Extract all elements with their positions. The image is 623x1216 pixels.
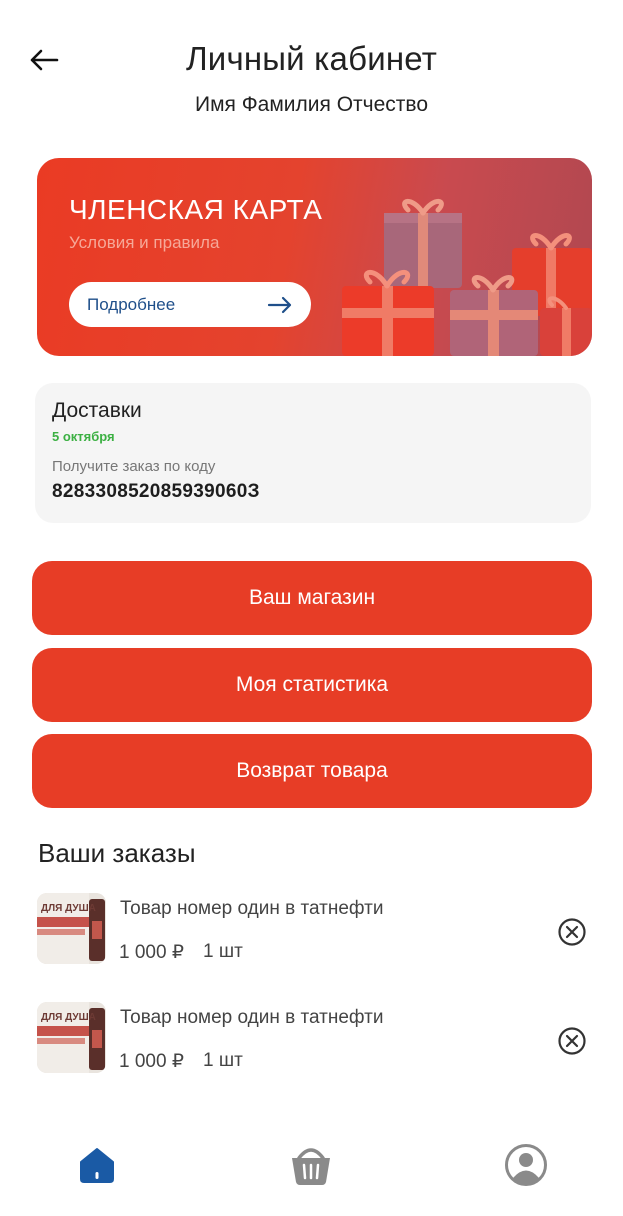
close-circle-icon xyxy=(558,1027,586,1055)
tab-home[interactable] xyxy=(72,1140,122,1190)
order-item-qty: 1 шт xyxy=(203,1050,243,1071)
order-item-name: Товар номер один в татнефти xyxy=(120,898,384,919)
order-item-name: Товар номер один в татнефти xyxy=(120,1007,384,1028)
order-item[interactable]: ДЛЯ ДУША Товар номер один в татнефти 1 0… xyxy=(37,1002,593,1074)
profile-icon xyxy=(505,1144,547,1186)
gift-boxes-image xyxy=(342,198,592,356)
remove-order-button[interactable] xyxy=(557,917,587,947)
product-thumbnail: ДЛЯ ДУША xyxy=(37,893,106,964)
order-item[interactable]: ДЛЯ ДУША Товар номер один в татнефти 1 0… xyxy=(37,893,593,965)
home-icon xyxy=(80,1148,114,1183)
order-item-price: 1 000 ₽ xyxy=(119,1051,184,1072)
more-button[interactable]: Подробнее xyxy=(69,282,311,327)
more-button-label: Подробнее xyxy=(87,294,176,314)
basket-icon xyxy=(292,1148,330,1185)
your-store-button[interactable]: Ваш магазин xyxy=(32,561,592,635)
terms-link[interactable]: Условия и правила xyxy=(69,233,219,253)
delivery-hint: Получите заказ по коду xyxy=(52,458,216,475)
orders-title: Ваши заказы xyxy=(38,838,196,868)
delivery-card[interactable]: Доставки 5 октября Получите заказ по код… xyxy=(35,383,591,523)
page-title: Личный кабинет xyxy=(185,40,438,77)
tab-basket[interactable] xyxy=(286,1140,336,1190)
order-item-price: 1 000 ₽ xyxy=(119,942,184,963)
header: Личный кабинет Имя Фамилия Отчество xyxy=(0,0,623,140)
membership-card-banner[interactable]: ЧЛЕНСКАЯ КАРТА Условия и правила Подробн… xyxy=(37,158,592,356)
my-statistics-button[interactable]: Моя статистика xyxy=(32,648,592,722)
delivery-date: 5 октября xyxy=(52,429,115,444)
product-thumbnail: ДЛЯ ДУША xyxy=(37,1002,106,1073)
remove-order-button[interactable] xyxy=(557,1026,587,1056)
order-item-qty: 1 шт xyxy=(203,941,243,962)
thumb-text: ДЛЯ ДУША xyxy=(41,1012,96,1023)
arrow-right-icon xyxy=(267,296,292,313)
delivery-title: Доставки xyxy=(52,399,142,422)
tab-profile[interactable] xyxy=(501,1140,551,1190)
return-goods-button[interactable]: Возврат товара xyxy=(32,734,592,808)
membership-card-title: ЧЛЕНСКАЯ КАРТА xyxy=(69,194,323,225)
delivery-code: 828330852085939060З xyxy=(52,481,260,502)
bottom-tab-bar xyxy=(0,1130,623,1200)
close-circle-icon xyxy=(558,918,586,946)
thumb-text: ДЛЯ ДУША xyxy=(41,903,96,914)
user-name: Имя Фамилия Отчество xyxy=(194,93,429,116)
